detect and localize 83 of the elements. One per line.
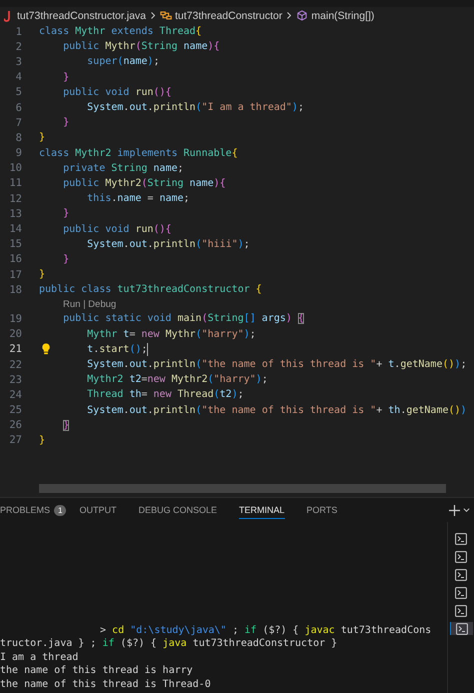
line-number: 5 — [16, 86, 22, 98]
line-number: 23 — [9, 374, 22, 386]
terminal-line: tructor.java } ; if ($?) { java tut73threadConstructor } — [0, 638, 338, 650]
chevron-icon — [286, 11, 292, 20]
class-icon — [160, 10, 172, 21]
code-line: System.out.println("the name of this thread is "+ t.getName()); — [86, 359, 467, 370]
breadcrumb-item[interactable]: main(String[]) — [311, 10, 374, 22]
code-line: public void run(){ — [62, 86, 172, 98]
line-number: 22 — [9, 358, 22, 371]
code-line: Thread th= new Thread(t2); — [86, 389, 244, 400]
code-line: public void run(){ — [62, 224, 172, 235]
scrollbar-thumb[interactable] — [39, 484, 446, 493]
terminal-icon — [455, 586, 467, 598]
line-number: 17 — [9, 268, 22, 281]
count-badge: 1 — [54, 504, 66, 516]
code-line: super(name); — [86, 56, 160, 68]
code-line: public Mythr(String name){ — [62, 41, 220, 52]
panel-tab[interactable]: PORTS — [306, 501, 338, 519]
terminal-line: the name of this thread is Thread-0 — [0, 678, 211, 690]
terminal-icon — [455, 550, 467, 562]
code-line: System.out.println("the name of this thread is "+ th.getName()) — [86, 404, 467, 416]
line-number: 16 — [9, 253, 22, 266]
terminal-icon — [455, 604, 467, 616]
line-number: 1 — [16, 26, 22, 38]
chevron-icon — [150, 11, 156, 20]
code-line: } — [62, 117, 70, 128]
code-line: } — [62, 254, 70, 265]
panel-tab[interactable]: OUTPUT — [79, 501, 116, 519]
line-number: 7 — [16, 116, 22, 129]
chevron-down-icon[interactable] — [463, 507, 470, 513]
breadcrumb-item[interactable]: tut73threadConstructor — [175, 10, 282, 22]
code-line: private String name; — [62, 162, 184, 174]
line-number: 18 — [9, 284, 22, 296]
java-file-icon — [4, 10, 12, 22]
line-number: 15 — [9, 238, 22, 250]
codelens-links[interactable]: Run | Debug — [63, 298, 116, 310]
cube-icon — [296, 10, 308, 21]
line-number: 14 — [9, 223, 22, 236]
code-line: System.out.println("I am a thread"); — [86, 102, 304, 114]
line-number: 3 — [16, 56, 22, 68]
terminal-line: the name of this thread is harry — [0, 665, 193, 676]
terminal-line: > cd "d:\study\java\" ; if ($?) { javac tut73threadCons — [100, 624, 432, 636]
code-line: class Mythr extends Thread{ — [39, 26, 202, 38]
panel-tab[interactable]: TERMINAL — [239, 501, 285, 519]
line-number: 25 — [9, 404, 22, 416]
code-line: } — [39, 132, 46, 144]
code-line: public Mythr2(String name){ — [62, 178, 226, 189]
line-number: 27 — [9, 434, 22, 446]
code-line: } — [39, 269, 46, 280]
code-line: t.start(); — [86, 342, 148, 356]
code-line: System.out.println("hiii"); — [86, 238, 250, 250]
code-line: } — [62, 72, 70, 83]
line-number: 24 — [9, 388, 22, 401]
plus-icon[interactable] — [449, 504, 460, 516]
code-line: Mythr2 t2=new Mythr2("harry"); — [86, 374, 268, 386]
code-line: class Mythr2 implements Runnable{ — [39, 148, 238, 159]
terminal-icon — [455, 568, 467, 580]
code-line: } — [39, 434, 46, 446]
panel-tab[interactable]: PROBLEMS — [0, 501, 50, 519]
code-line: Mythr t= new Mythr("harry"); — [86, 328, 256, 340]
line-number: 4 — [16, 71, 22, 84]
terminal-icon — [455, 532, 467, 544]
line-number: 26 — [9, 419, 22, 432]
line-number: 20 — [9, 328, 22, 340]
line-number: 21 — [9, 343, 22, 356]
code-line: this.name = name; — [86, 193, 190, 204]
line-number: 12 — [9, 192, 22, 205]
line-number: 8 — [16, 132, 22, 144]
line-number: 10 — [9, 162, 22, 174]
line-number: 13 — [9, 208, 22, 220]
line-number: 6 — [16, 102, 22, 114]
line-number: 2 — [16, 40, 22, 53]
code-line: public class tut73threadConstructor { — [39, 284, 262, 296]
lightbulb-icon[interactable] — [41, 343, 51, 356]
breadcrumb-item[interactable]: tut73threadConstructor.java — [17, 10, 146, 22]
code-line: } — [62, 208, 70, 220]
line-number: 9 — [16, 147, 22, 160]
line-number: 19 — [9, 312, 22, 325]
terminal-instance[interactable] — [450, 622, 472, 635]
terminal-line: I am a thread — [0, 652, 78, 663]
line-number: 11 — [9, 177, 22, 190]
panel-tab[interactable]: DEBUG CONSOLE — [138, 501, 217, 519]
terminal-icon — [456, 622, 468, 634]
